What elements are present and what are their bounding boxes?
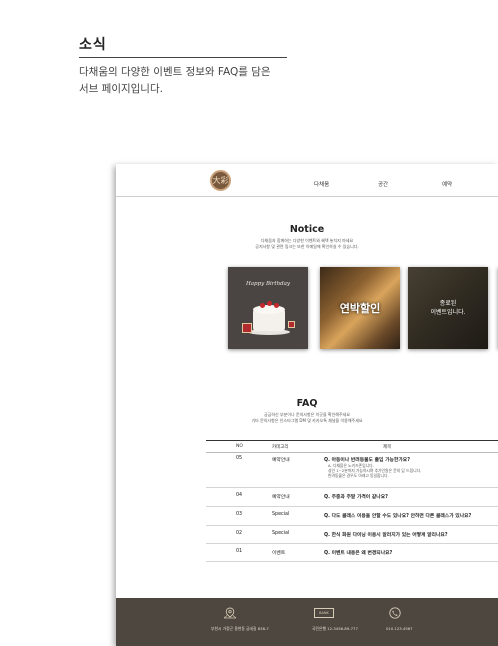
site-header: 大彩 다채움 공간 예약 — [116, 164, 498, 197]
row-question: Q. 주중과 주말 가격이 같나요? — [324, 495, 388, 500]
ended-caption: 종료된 이벤트입니다. — [430, 299, 465, 317]
header-no: NO — [236, 444, 243, 449]
section-description: 다채움의 다양한 이벤트 정보와 FAQ를 담은 서브 페이지입니다. — [79, 64, 299, 98]
section-description-line2: 서브 페이지입니다. — [79, 83, 163, 95]
nav-item-space[interactable]: 공간 — [378, 180, 388, 188]
map-pin-icon — [223, 607, 237, 619]
gift-box-shape — [242, 323, 252, 333]
row-no: 03 — [236, 512, 243, 517]
site-logo[interactable]: 大彩 — [210, 170, 231, 191]
footer-address: 부천시 가정곤 용현동 궁네길 638-7 — [211, 626, 269, 631]
section-description-line1: 다채움의 다양한 이벤트 정보와 FAQ를 담은 — [79, 66, 271, 78]
faq-row-05[interactable]: 05 예약안내 Q. 아동이나 반려동물도 출입 가능한가요? A. 다채움은 … — [206, 453, 498, 488]
footer-phone: 010.123.4567 — [386, 626, 413, 631]
row-no: 04 — [236, 493, 243, 498]
header-category: 카테고리 — [272, 445, 289, 450]
faq-subtitle-2: 기타 문의사항은 인스타그램 DM 및 카카오톡 채널을 이용해주세요 — [251, 418, 363, 423]
faq-row-02[interactable]: 02 Special Q. 한식 화원 다이닝 이용시 알러지가 있는 어떻게 … — [206, 526, 498, 544]
row-no: 02 — [236, 531, 243, 536]
event-card-long-stay[interactable]: 연박할인 — [320, 267, 400, 349]
website-mockup: 大彩 다채움 공간 예약 Notice 다채움과 함께하는 다양한 이벤트와 혜… — [116, 164, 498, 646]
strawberry-shape — [267, 301, 272, 306]
row-question: Q. 다도 클래스 이용을 안할 수도 있나요? 안하면 다른 클래스가 있나요… — [324, 514, 472, 519]
header-subject: 제목 — [383, 445, 392, 450]
notice-subtitle-2: 공지사항 및 관련 링크는 또한 이메일에 확인하실 수 있습니다. — [255, 244, 359, 249]
event-card-ended[interactable]: 종료된 이벤트입니다. — [408, 267, 488, 349]
bank-card-icon: BANK — [314, 608, 334, 618]
gift-box-shape — [288, 321, 295, 328]
row-question: Q. 한식 화원 다이닝 이용시 알러지가 있는 어떻게 알리나요? — [324, 533, 448, 538]
faq-title: FAQ — [296, 398, 318, 409]
strawberry-shape — [260, 303, 265, 308]
strawberry-shape — [274, 303, 279, 308]
ended-caption-line1: 종료된 — [439, 300, 457, 307]
phone-icon — [389, 607, 401, 619]
ended-caption-line2: 이벤트입니다. — [430, 309, 466, 316]
birthday-caption: Happy Birthday — [245, 281, 291, 287]
faq-row-01[interactable]: 01 이벤트 Q. 이벤트 내용은 왜 변경되나요? — [206, 544, 498, 562]
row-question: Q. 아동이나 반려동물도 출입 가능한가요? — [324, 458, 410, 463]
section-title: 소식 — [79, 37, 107, 53]
faq-table-header: NO 카테고리 제목 — [206, 441, 498, 453]
faq-row-04[interactable]: 04 예약안내 Q. 주중과 주말 가격이 같나요? — [206, 488, 498, 507]
cake-top-shape — [253, 305, 285, 314]
nav-item-reservation[interactable]: 예약 — [442, 180, 452, 188]
event-card-birthday[interactable]: Happy Birthday — [228, 267, 308, 349]
notice-title: Notice — [289, 224, 325, 235]
long-stay-caption: 연박할인 — [339, 302, 381, 315]
row-category: 이벤트 — [272, 551, 286, 556]
ended-overlay: 종료된 이벤트입니다. — [408, 267, 488, 349]
site-footer: BANK 부천시 가정곤 용현동 궁네길 638-7 국민은행 12-3456-… — [116, 598, 498, 646]
row-answer: A. 다채움은 노키즈존입니다. 성인 1~2분까지 가능하시며 추가인원은 문… — [328, 463, 421, 478]
footer-account: 국민은행 12-3456-89-777 — [312, 626, 358, 631]
long-stay-overlay: 연박할인 — [320, 267, 400, 349]
row-category: 예약안내 — [272, 458, 290, 463]
row-no: 01 — [236, 549, 243, 554]
section-divider — [79, 57, 287, 58]
row-category: 예약안내 — [272, 495, 290, 500]
row-category: Special — [272, 531, 290, 536]
answer-line: 반려동물은 경우도 아래고 동일합니다. — [328, 473, 389, 478]
faq-row-03[interactable]: 03 Special Q. 다도 클래스 이용을 안할 수도 있나요? 안하면 … — [206, 507, 498, 526]
nav-item-dachaeum[interactable]: 다채움 — [314, 180, 329, 188]
row-question: Q. 이벤트 내용은 왜 변경되나요? — [324, 551, 393, 556]
row-category: Special — [272, 512, 290, 517]
row-no: 05 — [236, 456, 243, 461]
